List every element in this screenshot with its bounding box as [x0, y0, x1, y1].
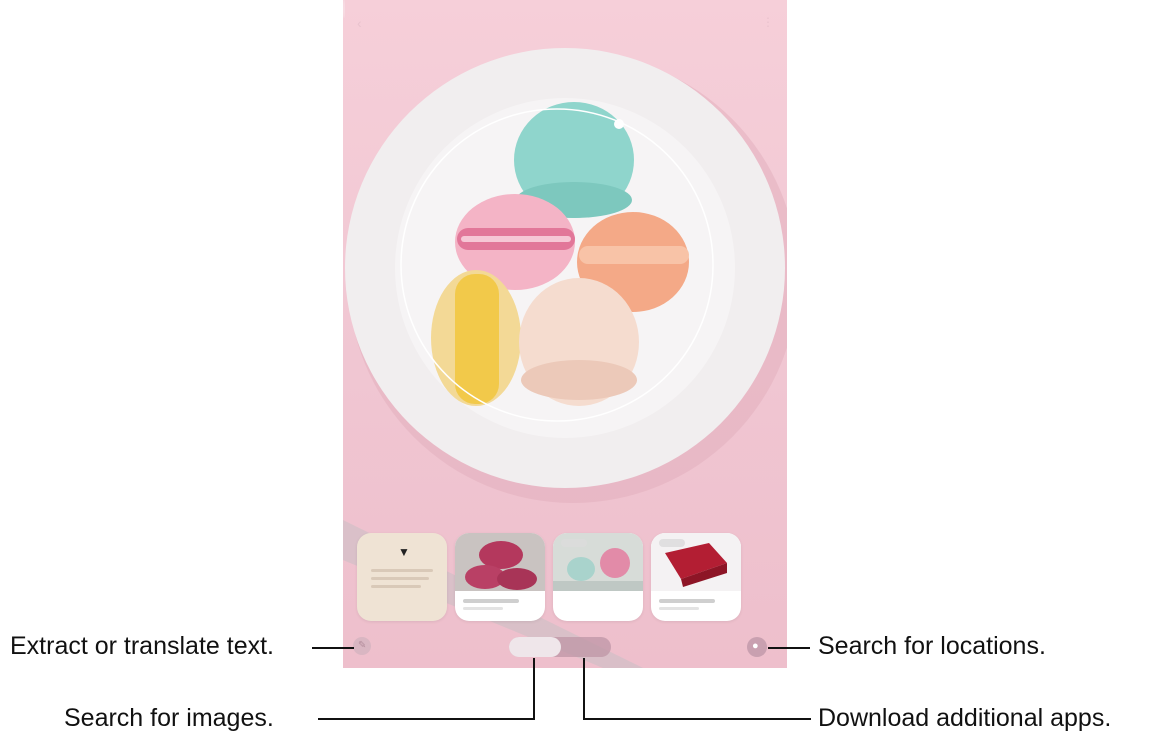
mode-switcher[interactable] — [509, 637, 611, 657]
chevron-left-icon[interactable]: ‹ — [357, 16, 362, 30]
result-card-image[interactable] — [651, 533, 741, 621]
leader-search-images-v — [533, 658, 535, 720]
leader-download-apps-h — [583, 718, 811, 720]
tab-images[interactable] — [509, 637, 561, 657]
result-card-app[interactable]: ▼ — [357, 533, 447, 621]
more-vertical-icon[interactable]: ⋮ — [762, 16, 774, 28]
callout-download-apps: Download additional apps. — [818, 704, 1112, 732]
result-card-image[interactable] — [553, 533, 643, 621]
selection-handle — [614, 119, 624, 129]
leader-extract-text — [312, 647, 354, 649]
callout-search-images: Search for images. — [64, 704, 274, 732]
leader-search-locations — [768, 647, 810, 649]
text-extract-button[interactable]: ✎ — [353, 637, 371, 655]
search-results: ▼ — [357, 533, 787, 621]
result-card-image[interactable] — [455, 533, 545, 621]
phone-screen: ‹ ⋮ ▼ ✎ ● — [343, 0, 787, 668]
app-icon: ▼ — [398, 545, 410, 559]
callout-search-locations: Search for locations. — [818, 632, 1046, 660]
tab-apps[interactable] — [561, 637, 611, 657]
result-thumbnail — [455, 533, 545, 591]
leader-search-images-h — [318, 718, 535, 720]
leader-download-apps-v — [583, 658, 585, 720]
callout-extract-text: Extract or translate text. — [10, 632, 274, 660]
location-button[interactable]: ● — [747, 637, 767, 657]
text-icon: ✎ — [358, 640, 367, 651]
location-pin-icon: ● — [752, 640, 759, 652]
